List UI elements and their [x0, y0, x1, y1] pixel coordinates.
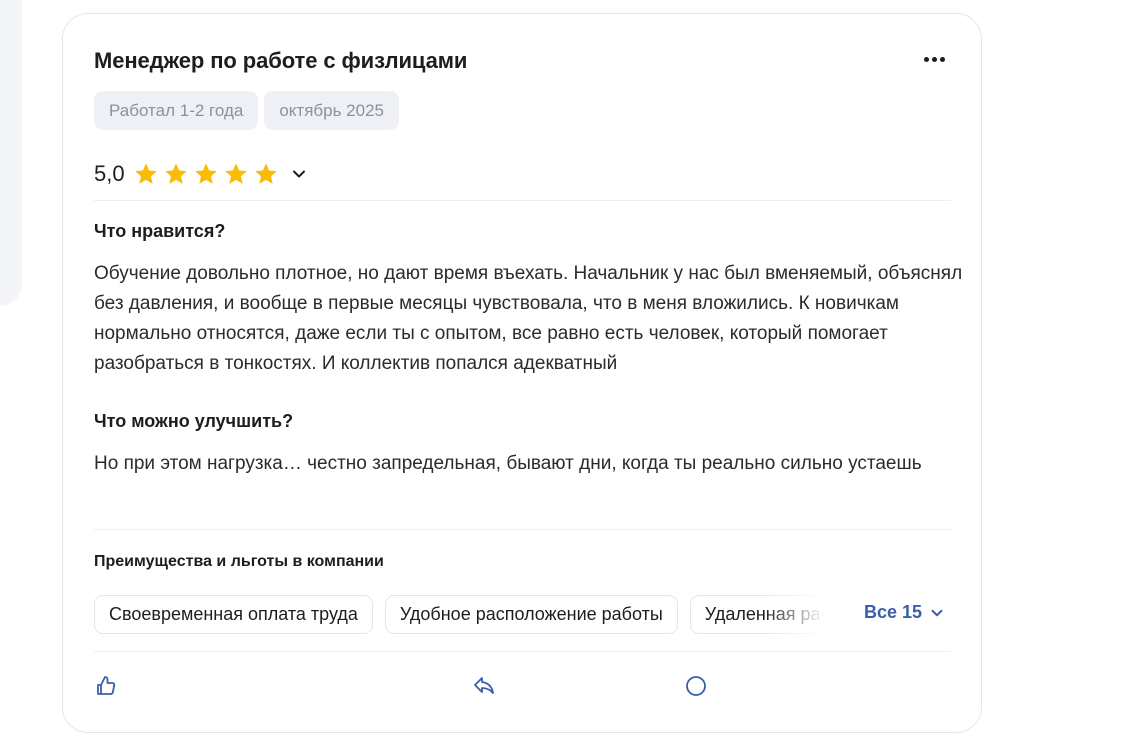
chevron-down-icon	[931, 609, 943, 616]
star-icon	[164, 163, 187, 184]
review-tags: Работал 1-2 года октябрь 2025	[94, 91, 399, 130]
star-icon	[194, 163, 217, 184]
date-tag: октябрь 2025	[264, 91, 399, 130]
more-icon	[923, 56, 929, 62]
benefits-heading: Преимущества и льготы в компании	[94, 553, 384, 570]
review-title: Менеджер по работе с физлицами	[94, 48, 468, 73]
star-icon	[134, 163, 157, 184]
comment-icon[interactable]	[684, 674, 708, 698]
rating-row: 5,0	[94, 159, 309, 189]
review-card: Менеджер по работе с физлицами Работал 1…	[62, 13, 982, 733]
rating-value: 5,0	[94, 161, 125, 186]
likes-text: Обучение довольно плотное, но дают время…	[94, 263, 963, 374]
like-icon[interactable]	[94, 674, 118, 698]
chevron-down-icon[interactable]	[289, 164, 309, 184]
divider	[94, 651, 951, 652]
benefit-chip[interactable]: Удаленная работа	[689, 595, 824, 634]
improve-text: Но при этом нагрузка… честно запредельна…	[94, 453, 922, 474]
star-icon	[224, 163, 247, 184]
show-all-benefits-button[interactable]: Все 15	[864, 602, 946, 623]
review-actions	[94, 674, 954, 704]
benefits-list: Своевременная оплата труда Удобное распо…	[94, 595, 824, 635]
reply-icon[interactable]	[472, 674, 496, 698]
show-all-label: Все 15	[864, 602, 923, 622]
improve-heading: Что можно улучшить?	[94, 411, 294, 431]
divider	[94, 529, 951, 530]
star-icon	[254, 163, 277, 184]
likes-heading: Что нравится?	[94, 221, 226, 241]
rating-stars	[133, 161, 279, 187]
experience-tag: Работал 1-2 года	[94, 91, 259, 130]
left-panel	[0, 0, 22, 306]
benefit-chip[interactable]: Удобное расположение работы	[384, 595, 678, 634]
more-options-button[interactable]	[919, 50, 949, 68]
benefit-chip[interactable]: Своевременная оплата труда	[94, 595, 373, 634]
divider	[94, 200, 951, 201]
